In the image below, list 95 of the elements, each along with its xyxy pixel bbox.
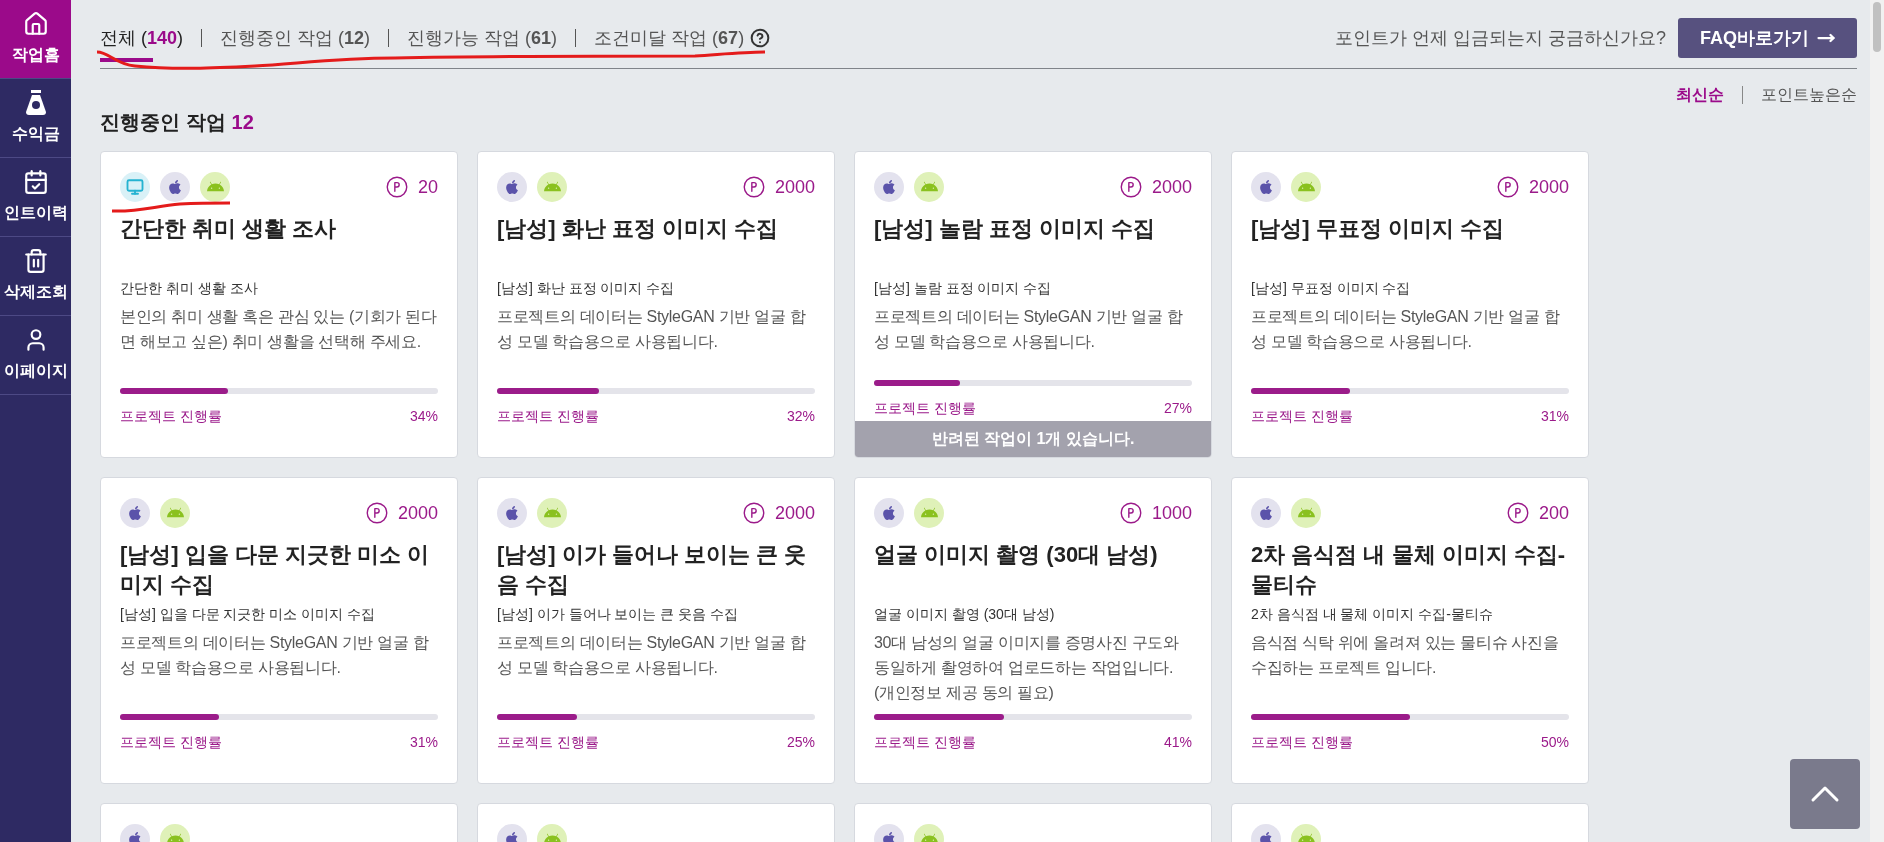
task-card[interactable]: 2000 [남성] 화난 표정 이미지 수집 [남성] 화난 표정 이미지 수집 프로젝트의 데이터는 StyleGAN 기반 얼굴 합성 모델 학습용으로 사용됩니다. 프로젝트 진행률 32% <box>477 151 835 458</box>
progress-label: 프로젝트 진행률 <box>120 733 222 752</box>
progress-percent: 31% <box>1540 407 1569 426</box>
help-icon[interactable] <box>750 28 771 48</box>
card-subtitle: 간단한 취미 생활 조사 <box>120 279 259 298</box>
card-subtitle: 얼굴 이미지 촬영 (30대 남성) <box>874 605 1056 624</box>
progress-percent: 25% <box>786 733 815 752</box>
progress-percent: 41% <box>1163 733 1192 752</box>
android-icon <box>1291 172 1321 202</box>
sidebar-item[interactable]: 이페이지 <box>0 316 71 395</box>
android-icon <box>160 498 190 528</box>
progress-label: 프로젝트 진행률 <box>1251 407 1353 426</box>
scrollbar[interactable] <box>1870 0 1884 842</box>
card-title: [남성] 이가 들어나 보이는 큰 웃음 수집 <box>497 541 808 599</box>
points: 2000 <box>774 175 815 199</box>
progress-percent: 31% <box>409 733 438 752</box>
sidebar-item[interactable]: 작업홈 <box>0 0 71 79</box>
card-title: [남성] 놀람 표정 이미지 수집 <box>874 215 1157 243</box>
points: 1000 <box>1151 501 1192 525</box>
calendar-check-icon <box>22 169 49 195</box>
card-title: [남성] 입을 다문 지긋한 미소 이미지 수집 <box>120 541 431 599</box>
sidebar-item[interactable]: 삭제조회 <box>0 237 71 316</box>
android-icon <box>1291 498 1321 528</box>
scroll-top-button[interactable] <box>1790 759 1860 829</box>
trash-icon <box>22 248 49 274</box>
apple-icon <box>120 498 150 528</box>
progress-percent: 32% <box>786 407 815 426</box>
task-card[interactable]: 2000 [남성] 이가 들어나 보이는 큰 웃음 수집 [남성] 이가 들어나 보이는 큰 웃음 수집 프로젝트의 데이터는 StyleGAN 기반 얼굴 합성 모델 학습용으로 사용됩니다. 프로젝트 진행률 25% <box>477 477 835 784</box>
card-title: 얼굴 이미지 촬영 (30대 남성) <box>874 541 1159 569</box>
android-icon <box>537 172 567 202</box>
card-subtitle: [남성] 무표정 이미지 수집 <box>1251 279 1412 298</box>
progress-percent: 50% <box>1540 733 1569 752</box>
progress-label: 프로젝트 진행률 <box>120 407 222 426</box>
monitor-icon <box>120 172 150 202</box>
money-bag-icon <box>23 90 48 116</box>
progress-label: 프로젝트 진행률 <box>497 407 599 426</box>
card-subtitle: [남성] 이가 들어나 보이는 큰 웃음 수집 <box>497 605 740 624</box>
task-card[interactable]: 200 2차 음식점 내 물체 이미지 수집-물티슈 2차 음식점 내 물체 이미지 수집-물티슈 음식점 식탁 위에 올려져 있는 물티슈 사진을 수집하는 프로젝트 입니다. 프로젝트 진행률 50% <box>1231 477 1589 784</box>
points: 2000 <box>1528 175 1569 199</box>
card-title: 2차 음식점 내 물체 이미지 수집-물티슈 <box>1251 541 1567 599</box>
task-card[interactable]: 2000 [남성] 입을 다문 지긋한 미소 이미지 수집 [남성] 입을 다문 지긋한 미소 이미지 수집 프로젝트의 데이터는 StyleGAN 기반 얼굴 합성 모델 학습용으로 사용됩니다. 프로젝트 진행률 31% <box>100 477 458 784</box>
points: 20 <box>417 175 438 199</box>
apple-icon <box>1251 498 1281 528</box>
card-description: 본인의 취미 생활 혹은 관심 있는 (기회가 된다면 해보고 싶은) 취미 생활을 선택해 주세요. <box>120 307 438 352</box>
card-description: 프로젝트의 데이터는 StyleGAN 기반 얼굴 합성 모델 학습용으로 사용됩니다. <box>120 633 430 678</box>
apple-icon <box>497 498 527 528</box>
task-card[interactable]: 20 간단한 취미 생활 조사 간단한 취미 생활 조사 본인의 취미 생활 혹은 관심 있는 (기회가 된다면 해보고 싶은) 취미 생활을 선택해 주세요. 프로젝트 진행률 34% <box>100 151 458 458</box>
points: 2000 <box>1151 175 1192 199</box>
sort-option[interactable]: 포인트높은순 <box>1761 83 1857 107</box>
card-title: [남성] 무표정 이미지 수집 <box>1251 215 1505 243</box>
filter-tab[interactable]: 조건미달 작업 (67) <box>594 24 745 62</box>
filter-tab[interactable]: 전체 (140) <box>100 24 184 62</box>
card-title: 간단한 취미 생활 조사 <box>120 215 338 243</box>
faq-question: 포인트가 언제 입금되는지 궁금하신가요? <box>1334 26 1666 50</box>
sidebar-item[interactable]: 인트이력 <box>0 158 71 237</box>
card-description: 프로젝트의 데이터는 StyleGAN 기반 얼굴 합성 모델 학습용으로 사용됩니다. <box>1251 307 1561 352</box>
card-description: 프로젝트의 데이터는 StyleGAN 기반 얼굴 합성 모델 학습용으로 사용됩니다. <box>497 307 807 352</box>
android-icon <box>914 172 944 202</box>
sort-option[interactable]: 최신순 <box>1676 83 1724 107</box>
task-card[interactable]: 2000 [남성] 무표정 이미지 수집 [남성] 무표정 이미지 수집 프로젝트의 데이터는 StyleGAN 기반 얼굴 합성 모델 학습용으로 사용됩니다. 프로젝트 진행률 31% <box>1231 151 1589 458</box>
progress-label: 프로젝트 진행률 <box>1251 733 1353 752</box>
section-count: 12 <box>231 110 254 135</box>
progress-percent: 34% <box>409 407 438 426</box>
filter-tab[interactable]: 진행중인 작업 (12) <box>220 24 371 62</box>
apple-icon <box>1251 172 1281 202</box>
section-title: 진행중인 작업 <box>100 110 226 135</box>
android-icon <box>537 498 567 528</box>
points: 2000 <box>397 501 438 525</box>
apple-icon <box>497 172 527 202</box>
card-description: 프로젝트의 데이터는 StyleGAN 기반 얼굴 합성 모델 학습용으로 사용됩니다. <box>497 633 807 678</box>
card-description: 30대 남성의 얼굴 이미지를 증명사진 구도와 동일하게 촬영하여 업로드하는 작업입니다. (개인정보 제공 동의 필요) <box>874 633 1180 703</box>
card-description: 음식점 식탁 위에 올려져 있는 물티슈 사진을 수집하는 프로젝트 입니다. <box>1251 633 1560 678</box>
card-subtitle: 2차 음식점 내 물체 이미지 수집-물티슈 <box>1251 605 1494 624</box>
card-subtitle: [남성] 화난 표정 이미지 수집 <box>497 279 676 298</box>
home-icon <box>22 11 49 37</box>
android-icon <box>200 172 230 202</box>
filter-tab[interactable]: 진행가능 작업 (61) <box>407 24 558 62</box>
android-icon <box>914 498 944 528</box>
sidebar-item[interactable]: 수익금 <box>0 79 71 158</box>
points: 2000 <box>774 501 815 525</box>
progress-percent: 27% <box>1163 399 1192 418</box>
apple-icon <box>874 498 904 528</box>
progress-label: 프로젝트 진행률 <box>874 733 976 752</box>
card-description: 프로젝트의 데이터는 StyleGAN 기반 얼굴 합성 모델 학습용으로 사용됩니다. <box>874 307 1184 352</box>
card-subtitle: [남성] 입을 다문 지긋한 미소 이미지 수집 <box>120 605 377 624</box>
faq-button[interactable]: FAQ바로가기 <box>1678 18 1857 58</box>
card-subtitle: [남성] 놀람 표정 이미지 수집 <box>874 279 1053 298</box>
points: 200 <box>1538 501 1569 525</box>
progress-label: 프로젝트 진행률 <box>874 399 976 418</box>
apple-icon <box>874 172 904 202</box>
progress-label: 프로젝트 진행률 <box>497 733 599 752</box>
task-card[interactable]: 2000 [남성] 놀람 표정 이미지 수집 [남성] 놀람 표정 이미지 수집 프로젝트의 데이터는 StyleGAN 기반 얼굴 합성 모델 학습용으로 사용됩니다. 프로젝트 진행률 27% 반려된 작업이 1개 있습니다. <box>854 151 1212 458</box>
apple-icon <box>160 172 190 202</box>
task-card[interactable]: 1000 얼굴 이미지 촬영 (30대 남성) 얼굴 이미지 촬영 (30대 남성) 30대 남성의 얼굴 이미지를 증명사진 구도와 동일하게 촬영하여 업로드하는 작업입니다. (개인정보 제공 동의 필요) 프로젝트 진행률 41% <box>854 477 1212 784</box>
card-title: [남성] 화난 표정 이미지 수집 <box>497 215 780 243</box>
